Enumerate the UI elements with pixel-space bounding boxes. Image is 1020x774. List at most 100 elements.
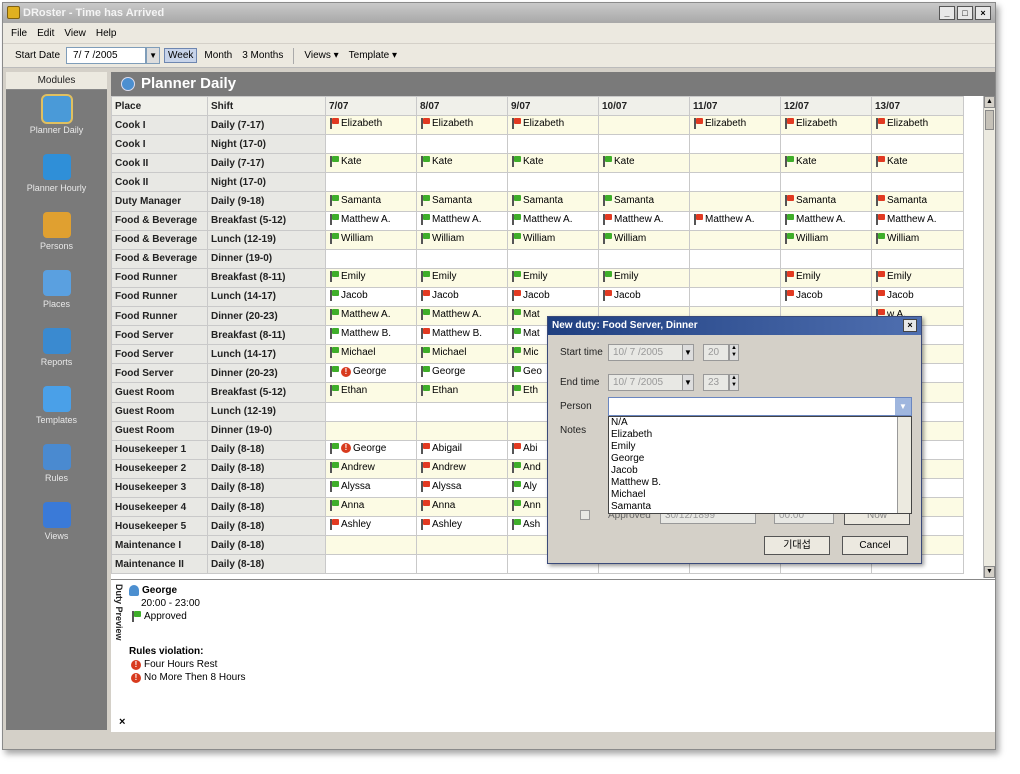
- duty-preview-tab[interactable]: Duty Preview: [112, 584, 124, 664]
- duty-cell[interactable]: [507, 134, 599, 155]
- duty-cell[interactable]: Matthew B.: [325, 325, 417, 346]
- duty-cell[interactable]: Samanta: [780, 191, 872, 212]
- duty-cell[interactable]: William: [598, 229, 690, 250]
- chevron-down-icon[interactable]: ▼: [146, 47, 161, 64]
- duty-cell[interactable]: [325, 134, 417, 155]
- duty-cell[interactable]: [325, 420, 417, 441]
- person-option[interactable]: Matthew B.: [609, 477, 911, 489]
- duty-cell[interactable]: ! George: [325, 439, 417, 460]
- template-dropdown[interactable]: Template ▾: [346, 49, 400, 62]
- duty-cell[interactable]: Abigail: [416, 439, 508, 460]
- duty-cell[interactable]: Matthew B.: [416, 325, 508, 346]
- sidebar-item-planner-daily[interactable]: Planner Daily: [6, 90, 107, 148]
- chevron-down-icon[interactable]: ▼: [895, 398, 911, 415]
- duty-cell[interactable]: [689, 153, 781, 174]
- duty-cell[interactable]: Matthew A.: [416, 306, 508, 327]
- end-hour-spinner[interactable]: ▲ ▼: [729, 374, 739, 391]
- sidebar-item-places[interactable]: Places: [6, 264, 107, 322]
- list-scrollbar[interactable]: [897, 417, 911, 513]
- duty-cell[interactable]: William: [325, 229, 417, 250]
- duty-cell[interactable]: Kate: [416, 153, 508, 174]
- grid-scrollbar[interactable]: ▲ ▼: [983, 96, 995, 578]
- date-column-header[interactable]: 13/07: [871, 96, 964, 117]
- duty-cell[interactable]: [780, 248, 872, 269]
- start-hour-field[interactable]: 20: [703, 344, 729, 361]
- duty-cell[interactable]: [416, 248, 508, 269]
- duty-cell[interactable]: [871, 134, 964, 155]
- duty-cell[interactable]: William: [507, 229, 599, 250]
- duty-cell[interactable]: ! George: [325, 363, 417, 384]
- duty-cell[interactable]: Jacob: [507, 286, 599, 308]
- date-column-header[interactable]: 12/07: [780, 96, 872, 117]
- duty-cell[interactable]: William: [416, 229, 508, 250]
- duty-cell[interactable]: Emily: [507, 267, 599, 288]
- duty-cell[interactable]: Anna: [416, 496, 508, 518]
- duty-cell[interactable]: Emily: [871, 267, 964, 288]
- duty-cell[interactable]: Elizabeth: [689, 115, 781, 136]
- duty-cell[interactable]: [689, 229, 781, 250]
- duty-cell[interactable]: Andrew: [416, 458, 508, 479]
- duty-cell[interactable]: Matthew A.: [780, 210, 872, 231]
- duty-cell[interactable]: [416, 420, 508, 441]
- menu-help[interactable]: Help: [96, 28, 117, 39]
- duty-cell[interactable]: Matthew A.: [598, 210, 690, 231]
- date-column-header[interactable]: 7/07: [325, 96, 417, 117]
- duty-cell[interactable]: [689, 172, 781, 193]
- duty-cell[interactable]: William: [780, 229, 872, 250]
- duty-cell[interactable]: [598, 115, 690, 136]
- duty-cell[interactable]: Emily: [416, 267, 508, 288]
- duty-cell[interactable]: [689, 286, 781, 308]
- duty-cell[interactable]: Jacob: [780, 286, 872, 308]
- week-button[interactable]: Week: [164, 48, 198, 63]
- duty-cell[interactable]: [325, 554, 417, 575]
- duty-cell[interactable]: Jacob: [598, 286, 690, 308]
- duty-cell[interactable]: Matthew A.: [325, 210, 417, 231]
- duty-cell[interactable]: Alyssa: [416, 477, 508, 498]
- duty-cell[interactable]: Matthew A.: [507, 210, 599, 231]
- column-header[interactable]: Shift: [207, 96, 326, 117]
- duty-cell[interactable]: [689, 248, 781, 269]
- duty-cell[interactable]: [598, 134, 690, 155]
- duty-cell[interactable]: [871, 172, 964, 193]
- duty-cell[interactable]: [871, 248, 964, 269]
- chevron-down-icon[interactable]: ▼: [682, 374, 694, 391]
- column-header[interactable]: Place: [111, 96, 208, 117]
- person-option[interactable]: Emily: [609, 441, 911, 453]
- date-column-header[interactable]: 10/07: [598, 96, 690, 117]
- person-select[interactable]: ▼: [608, 397, 912, 416]
- date-column-header[interactable]: 8/07: [416, 96, 508, 117]
- duty-cell[interactable]: Elizabeth: [871, 115, 964, 136]
- duty-cell[interactable]: Kate: [507, 153, 599, 174]
- sidebar-item-rules[interactable]: Rules: [6, 438, 107, 496]
- duty-cell[interactable]: [507, 172, 599, 193]
- duty-cell[interactable]: Elizabeth: [507, 115, 599, 136]
- views-dropdown[interactable]: Views ▾: [301, 49, 341, 62]
- duty-cell[interactable]: [416, 172, 508, 193]
- scroll-down-icon[interactable]: ▼: [984, 566, 995, 578]
- sidebar-item-views[interactable]: Views: [6, 496, 107, 554]
- duty-cell[interactable]: Elizabeth: [325, 115, 417, 136]
- person-option[interactable]: N/A: [609, 417, 911, 429]
- three-months-button[interactable]: 3 Months: [239, 49, 286, 62]
- duty-cell[interactable]: [780, 134, 872, 155]
- duty-cell[interactable]: [416, 535, 508, 556]
- duty-cell[interactable]: Ashley: [416, 516, 508, 537]
- scroll-up-icon[interactable]: ▲: [984, 96, 995, 108]
- duty-cell[interactable]: Michael: [416, 344, 508, 365]
- duty-cell[interactable]: [325, 248, 417, 269]
- duty-cell[interactable]: [689, 267, 781, 288]
- duty-cell[interactable]: William: [871, 229, 964, 250]
- duty-cell[interactable]: Jacob: [325, 286, 417, 308]
- duty-cell[interactable]: Matthew A.: [871, 210, 964, 231]
- sidebar-item-reports[interactable]: Reports: [6, 322, 107, 380]
- duty-cell[interactable]: Samanta: [416, 191, 508, 212]
- sidebar-item-persons[interactable]: Persons: [6, 206, 107, 264]
- duty-cell[interactable]: [325, 401, 417, 422]
- duty-cell[interactable]: [598, 172, 690, 193]
- menu-edit[interactable]: Edit: [37, 28, 54, 39]
- duty-cell[interactable]: [416, 401, 508, 422]
- duty-cell[interactable]: Anna: [325, 496, 417, 518]
- duty-cell[interactable]: [780, 172, 872, 193]
- duty-cell[interactable]: [325, 535, 417, 556]
- person-option[interactable]: Jacob: [609, 465, 911, 477]
